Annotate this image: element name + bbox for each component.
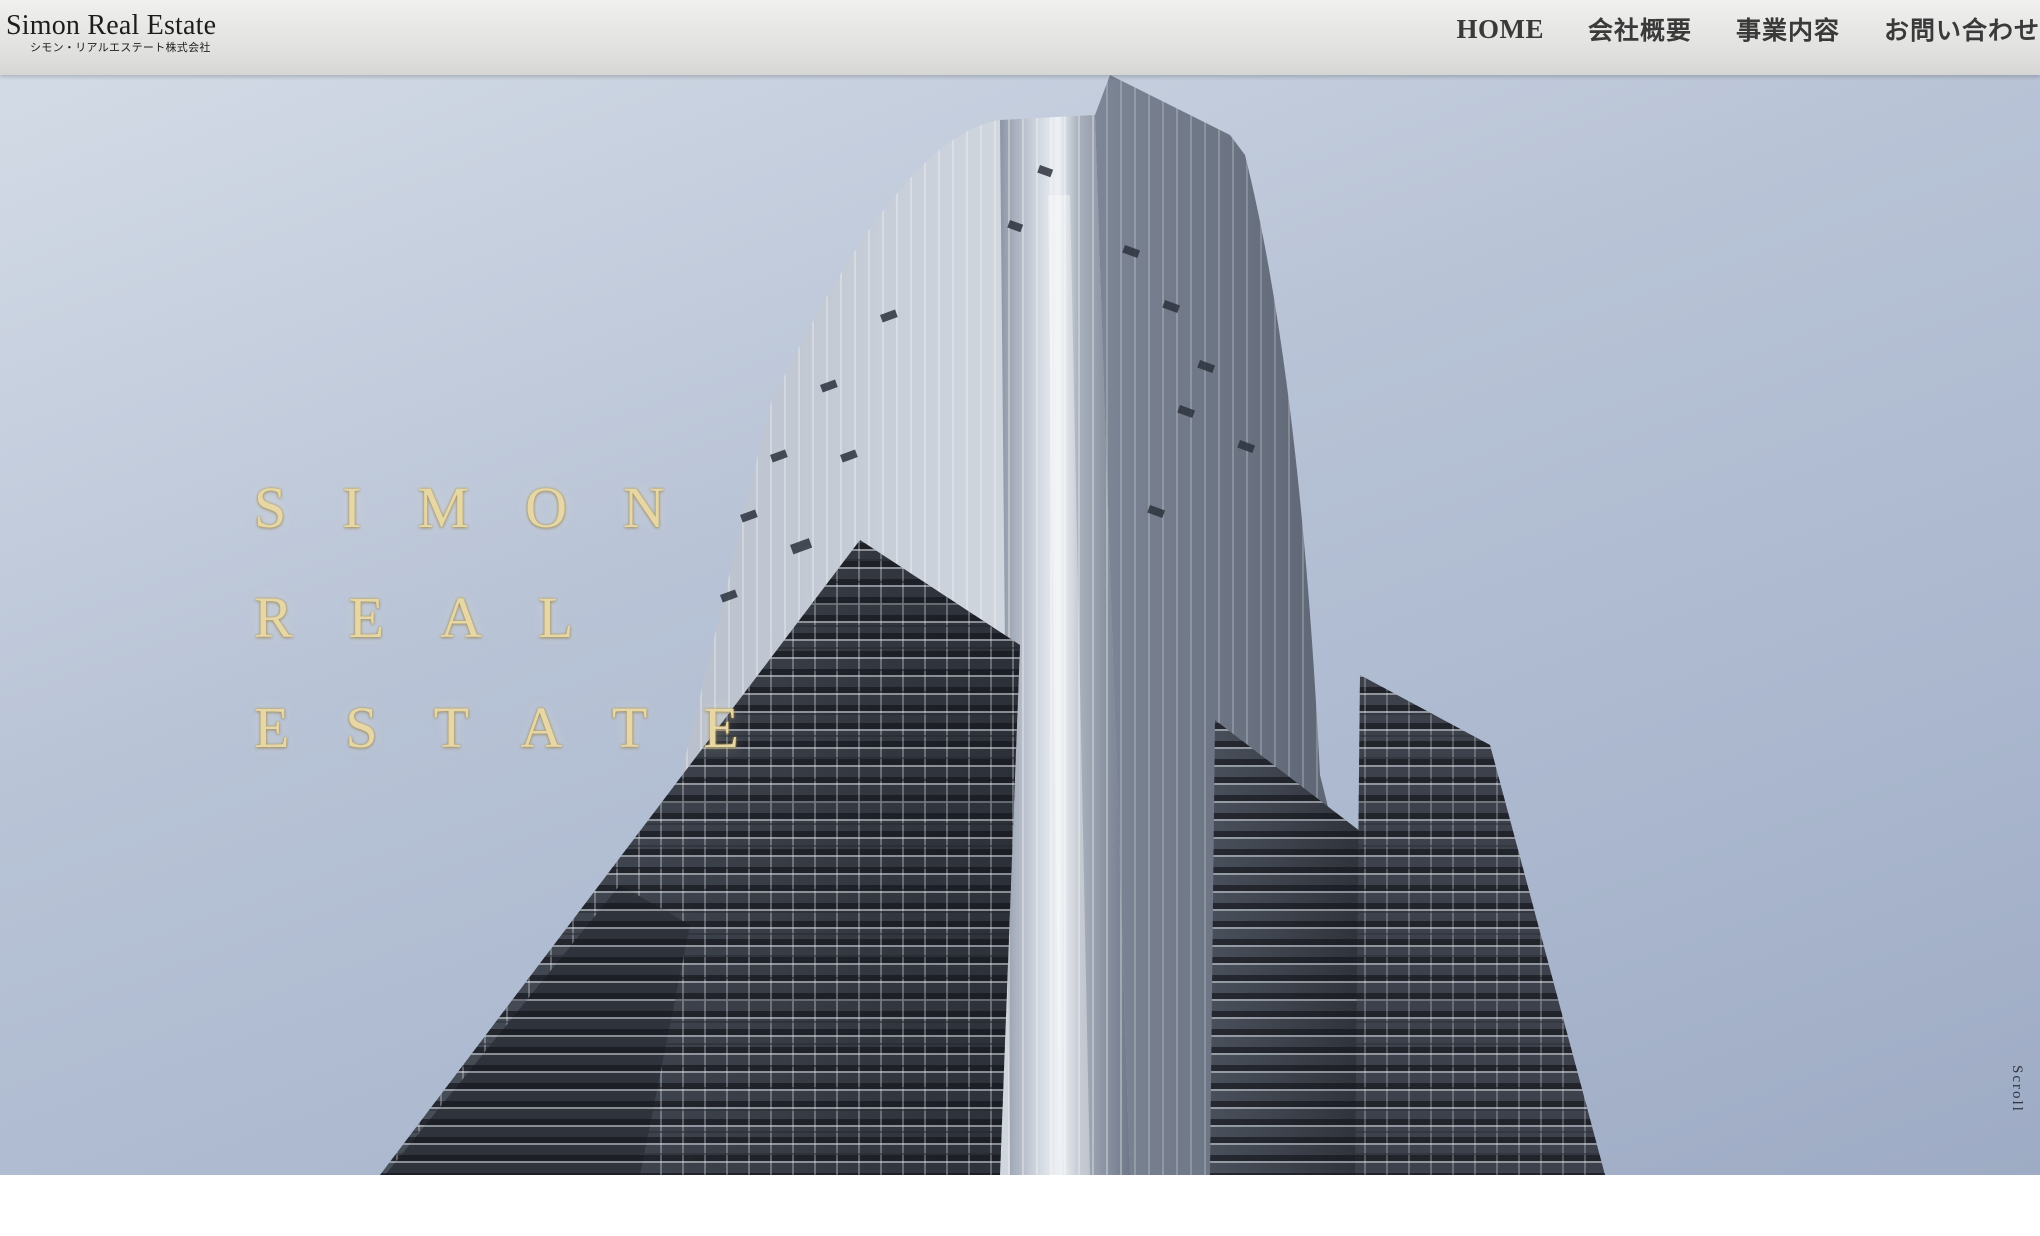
brand-logo[interactable]: Simon Real Estate シモン・リアルエステート株式会社 [6,10,216,54]
below-hero-area [0,1175,2040,1236]
nav-contact[interactable]: お問い合わせ [1884,11,2040,47]
brand-title: Simon Real Estate [6,10,217,41]
site-header: Simon Real Estate シモン・リアルエステート株式会社 HOME … [0,0,2040,75]
page: Simon Real Estate シモン・リアルエステート株式会社 HOME … [0,0,2040,1236]
scroll-indicator[interactable]: Scroll [2008,1065,2038,1175]
hero-section: SIMON REAL ESTATE Scroll [0,75,2040,1175]
hero-title: SIMON REAL ESTATE [254,453,795,783]
nav-business[interactable]: 事業内容 [1736,11,1840,47]
nav-company-profile[interactable]: 会社概要 [1588,11,1692,47]
brand-subtitle: シモン・リアルエステート株式会社 [30,41,211,54]
hero-title-line-1: SIMON [254,475,721,540]
scroll-label: Scroll [2009,1065,2025,1113]
nav-home[interactable]: HOME [1456,14,1544,45]
hero-title-line-2: REAL [254,585,630,650]
main-nav: HOME 会社概要 事業内容 お問い合わせ [1456,0,2040,58]
hero-title-line-3: ESTATE [254,695,795,760]
